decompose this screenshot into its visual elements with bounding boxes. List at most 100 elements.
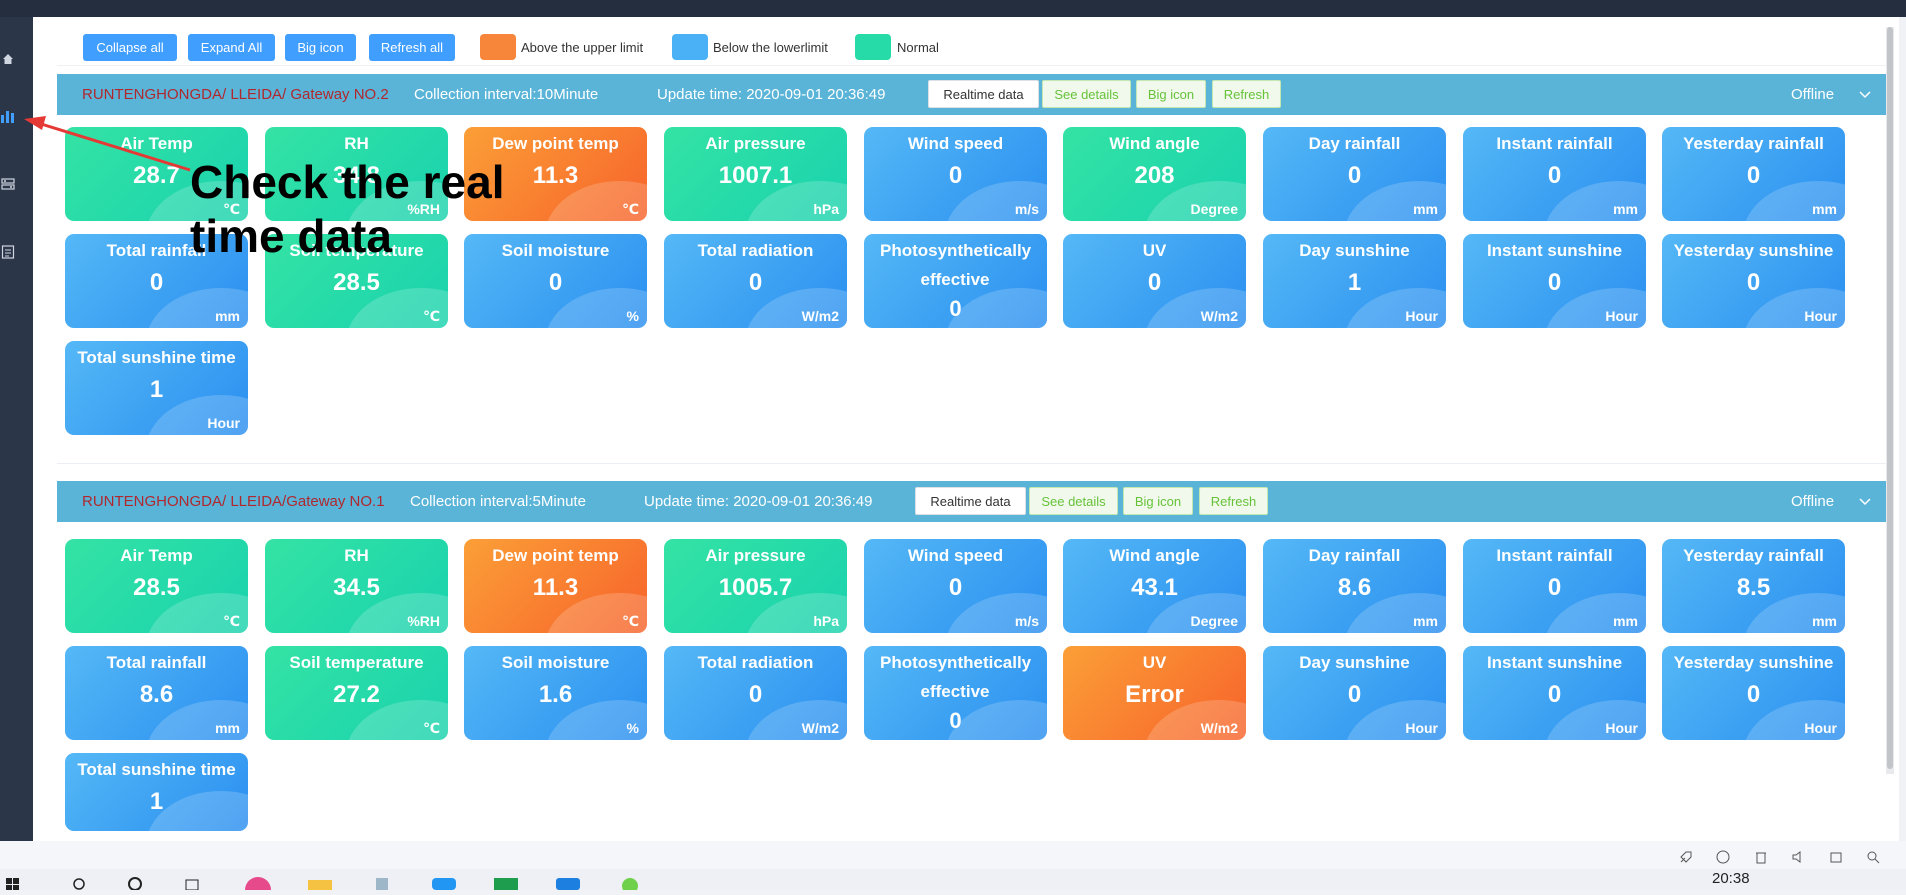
metric-title: Yesterday rainfall [1683, 546, 1824, 565]
metric-unit: hPa [813, 613, 839, 629]
task-view-icon[interactable] [184, 876, 212, 891]
metric-unit: hPa [813, 201, 839, 217]
metric-title: Total sunshine time [77, 348, 236, 367]
metric-card[interactable]: Yesterday sunshine 0 Hour [1662, 646, 1845, 740]
metric-card[interactable]: Total radiation 0 W/m2 [664, 234, 847, 328]
metric-card[interactable]: Day rainfall 0 mm [1263, 127, 1446, 221]
metric-title: Yesterday rainfall [1683, 134, 1824, 153]
metric-card[interactable]: Instant rainfall 0 mm [1463, 539, 1646, 633]
realtime-data-button[interactable]: Realtime data [928, 80, 1039, 108]
metric-title: Instant sunshine [1486, 653, 1623, 672]
feather-app-icon[interactable] [430, 876, 458, 890]
metric-card[interactable]: Air Temp 28.5 ℃ [65, 539, 248, 633]
metric-value: 0 [1347, 162, 1362, 189]
metric-unit: W/m2 [801, 308, 839, 324]
spreadsheet-icon[interactable] [492, 876, 520, 890]
see-details-button[interactable]: See details [1042, 80, 1131, 108]
document-list-icon[interactable] [0, 242, 16, 262]
chevron-down-icon[interactable] [1857, 86, 1873, 102]
metric-unit: Hour [1405, 720, 1438, 736]
metric-card[interactable]: Photosynthetically effective 0 [864, 234, 1047, 328]
metric-title: Air pressure [705, 134, 806, 153]
metric-unit: mm [1812, 613, 1837, 629]
speaker-icon[interactable] [1790, 849, 1806, 865]
chevron-down-icon[interactable] [1857, 493, 1873, 509]
realtime-data-button[interactable]: Realtime data [915, 487, 1026, 515]
gateway-header[interactable]: RUNTENGHONGDA/ LLEIDA/ Gateway NO.2 Coll… [57, 74, 1887, 115]
big-icon-button[interactable]: Big icon [285, 34, 356, 61]
big-icon-button[interactable]: Big icon [1136, 80, 1206, 108]
metric-card[interactable]: Yesterday sunshine 0 Hour [1662, 234, 1845, 328]
metric-card[interactable]: Soil temperature 27.2 ℃ [265, 646, 448, 740]
metric-title: UV [1142, 241, 1167, 260]
metric-unit: mm [1413, 613, 1438, 629]
metric-card[interactable]: Yesterday rainfall 0 mm [1662, 127, 1845, 221]
search-icon[interactable] [72, 876, 100, 890]
window-top-bar [0, 0, 1906, 17]
rocket-icon[interactable] [1678, 849, 1694, 865]
remote-desktop-icon[interactable] [554, 876, 582, 890]
metric-unit: Hour [1804, 720, 1837, 736]
metric-value: 0 [1547, 162, 1562, 189]
metric-unit: mm [1613, 201, 1638, 217]
metric-card[interactable]: Day sunshine 0 Hour [1263, 646, 1446, 740]
metric-value: 1 [149, 788, 164, 815]
metric-unit: % [626, 720, 639, 736]
app-icon[interactable] [368, 876, 396, 890]
metric-card[interactable]: Wind speed 0 m/s [864, 539, 1047, 633]
metric-card[interactable]: Total sunshine time 1 [65, 753, 248, 831]
metric-card[interactable]: Instant rainfall 0 mm [1463, 127, 1646, 221]
big-icon-button[interactable]: Big icon [1123, 487, 1193, 515]
metric-card[interactable]: Soil moisture 1.6% [464, 646, 647, 740]
metric-card[interactable]: Total rainfall 8.6 mm [65, 646, 248, 740]
scrollbar-thumb[interactable] [1887, 27, 1893, 769]
metric-card[interactable]: Day rainfall 8.6 mm [1263, 539, 1446, 633]
folder-icon[interactable] [306, 876, 334, 890]
cortana-icon[interactable] [127, 876, 155, 891]
metric-card[interactable]: Total radiation 0 W/m2 [664, 646, 847, 740]
metric-value: 0 [1746, 162, 1761, 189]
refresh-button[interactable]: Refresh [1212, 80, 1281, 108]
legend-swatch-below [672, 34, 708, 60]
browser-icon[interactable] [244, 876, 272, 895]
metric-card[interactable]: Photosynthetically effective 0 [864, 646, 1047, 740]
trash-icon[interactable] [1753, 849, 1769, 865]
metric-card[interactable]: Air pressure 1007.1 hPa [664, 127, 847, 221]
metric-card[interactable]: Yesterday rainfall 8.5 mm [1662, 539, 1845, 633]
windows-start-icon[interactable] [6, 876, 34, 890]
metric-value: 1.6 [538, 681, 573, 708]
metric-card[interactable]: Wind angle 208 Degree [1063, 127, 1246, 221]
metric-value: 1005.7 [718, 574, 793, 601]
metric-card[interactable]: Wind speed 0 m/s [864, 127, 1047, 221]
metric-card[interactable]: UV 0 W/m2 [1063, 234, 1246, 328]
metric-card[interactable]: Instant sunshine 0 Hour [1463, 234, 1646, 328]
refresh-circle-icon[interactable] [1715, 849, 1731, 865]
window-icon[interactable] [1828, 849, 1844, 865]
metric-value: 0 [748, 681, 763, 708]
gateway-header[interactable]: RUNTENGHONGDA/ LLEIDA/Gateway NO.1 Colle… [57, 481, 1887, 522]
refresh-button[interactable]: Refresh [1199, 487, 1268, 515]
bar-chart-icon[interactable] [0, 106, 16, 126]
collapse-all-button[interactable]: Collapse all [83, 34, 177, 61]
metric-title: Dew point temp [492, 546, 619, 565]
metric-card[interactable]: Dew point temp 11.3 ℃ [464, 539, 647, 633]
metric-card[interactable]: RH 34.5 %RH [265, 539, 448, 633]
expand-all-button[interactable]: Expand All [188, 34, 275, 61]
status-badge: Offline [1791, 493, 1835, 510]
search-icon[interactable] [1865, 849, 1881, 865]
metric-card[interactable]: Total sunshine time 1 Hour [65, 341, 248, 435]
settings-panel-icon[interactable] [0, 174, 16, 194]
metric-card[interactable]: Wind angle 43.1 Degree [1063, 539, 1246, 633]
metric-title: RH [344, 134, 369, 153]
metric-card[interactable]: Air pressure 1005.7 hPa [664, 539, 847, 633]
chat-icon[interactable] [616, 876, 644, 894]
metric-card[interactable]: Instant sunshine 0 Hour [1463, 646, 1646, 740]
refresh-all-button[interactable]: Refresh all [369, 34, 455, 61]
metric-card[interactable]: Day sunshine 1 Hour [1263, 234, 1446, 328]
home-icon[interactable] [0, 49, 16, 69]
metric-card[interactable]: UV Error W/m2 [1063, 646, 1246, 740]
metric-unit: % [626, 308, 639, 324]
see-details-button[interactable]: See details [1029, 487, 1118, 515]
metric-title: Wind angle [1109, 134, 1200, 153]
legend-label-normal: Normal [897, 40, 939, 55]
